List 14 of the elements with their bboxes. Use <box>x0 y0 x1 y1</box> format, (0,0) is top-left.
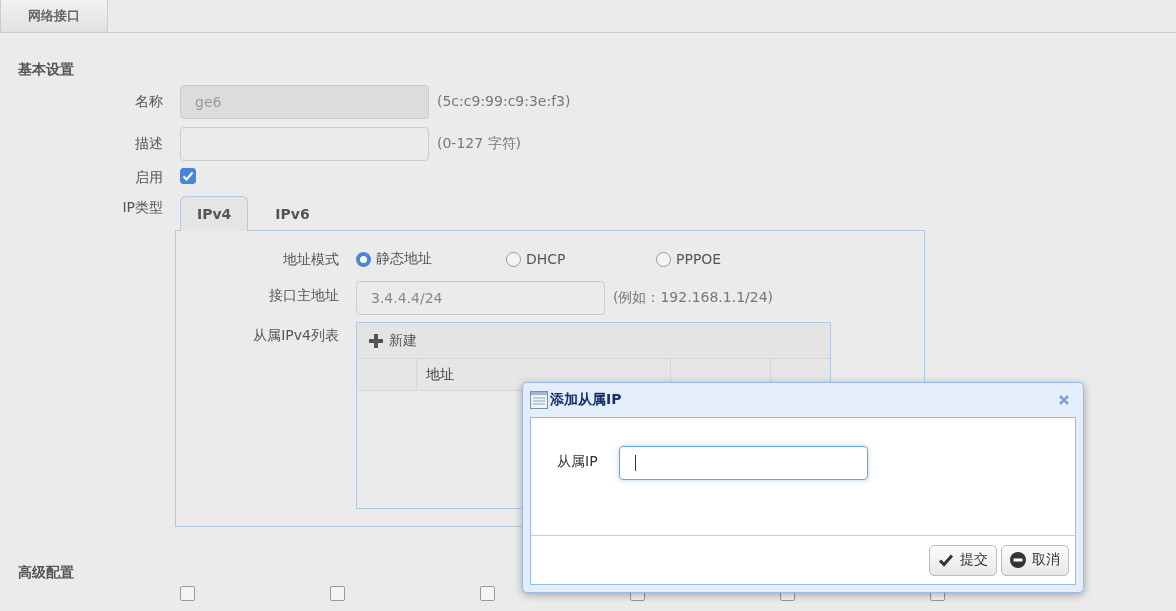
field-label: 接口主地址 <box>268 286 340 305</box>
section-title: 高级配置 <box>17 564 75 582</box>
hint-text: (例如：192.168.1.1/24) <box>613 288 774 307</box>
field-label: 从属IPv4列表 <box>252 326 340 345</box>
field-label: 描述 <box>134 134 164 153</box>
dialog-title: 添加从属IP <box>550 391 622 409</box>
field-label: 名称 <box>134 92 164 111</box>
section-title: 基本设置 <box>17 61 75 79</box>
hint-text: (0-127 字符) <box>437 134 522 153</box>
field-label: 启用 <box>134 168 164 187</box>
hint-text: (5c:c9:99:c9:3e:f3) <box>437 92 571 111</box>
field-label: 地址模式 <box>282 250 340 269</box>
field-label: 从属IP <box>557 452 599 471</box>
field-label: IP类型 <box>121 198 164 217</box>
